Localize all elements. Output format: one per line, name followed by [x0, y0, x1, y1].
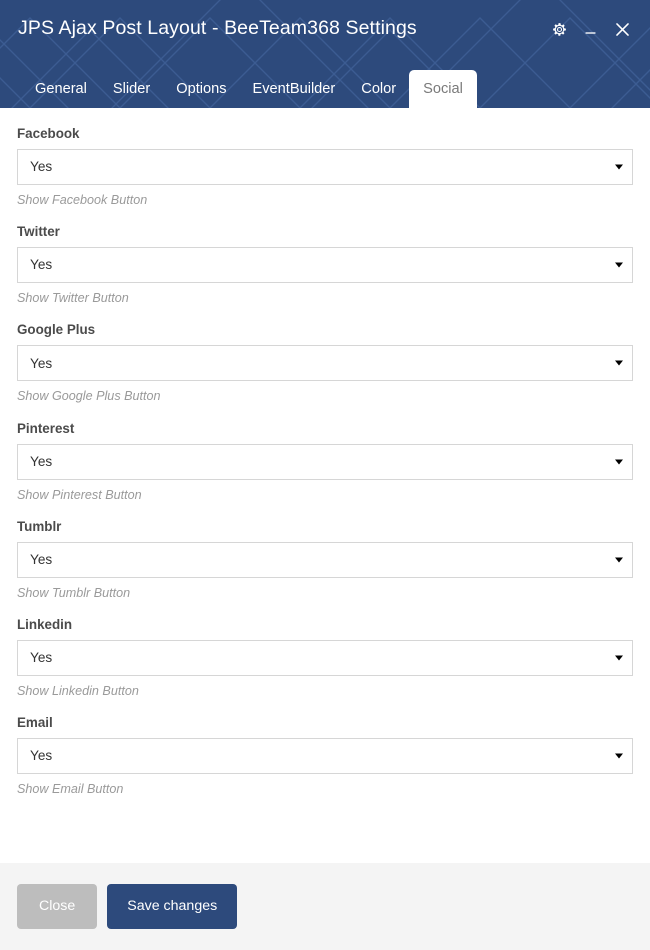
tab-general[interactable]: General: [22, 70, 100, 108]
dialog-footer: Close Save changes: [0, 863, 650, 950]
chevron-down-icon: [615, 360, 623, 366]
minimize-icon[interactable]: [582, 21, 599, 38]
tab-color[interactable]: Color: [348, 70, 409, 108]
chevron-down-icon: [615, 753, 623, 759]
tumblr-select-value: Yes: [30, 552, 53, 568]
linkedin-label: Linkedin: [17, 616, 73, 632]
email-label: Email: [17, 715, 53, 731]
tab-options[interactable]: Options: [163, 70, 239, 108]
linkedin-select[interactable]: Yes: [17, 640, 633, 677]
field-twitter: Twitter Yes Show Twitter Button: [17, 224, 633, 306]
google-plus-select-value: Yes: [30, 355, 53, 371]
pinterest-label: Pinterest: [17, 420, 75, 436]
field-tumblr: Tumblr Yes Show Tumblr Button: [17, 519, 633, 601]
window-controls: [551, 20, 632, 39]
chevron-down-icon: [615, 557, 623, 563]
pinterest-select-value: Yes: [30, 453, 53, 469]
facebook-select-value: Yes: [30, 159, 53, 175]
field-pinterest: Pinterest Yes Show Pinterest Button: [17, 421, 633, 503]
chevron-down-icon: [615, 459, 623, 465]
tab-slider[interactable]: Slider: [100, 70, 163, 108]
gear-icon[interactable]: [551, 21, 568, 38]
field-linkedin: Linkedin Yes Show Linkedin Button: [17, 617, 633, 699]
social-settings-form: Facebook Yes Show Facebook Button Twitte…: [0, 108, 650, 863]
tab-social[interactable]: Social: [409, 70, 477, 108]
field-facebook: Facebook Yes Show Facebook Button: [17, 126, 633, 208]
title-row: JPS Ajax Post Layout - BeeTeam368 Settin…: [0, 0, 650, 58]
save-changes-button[interactable]: Save changes: [107, 884, 238, 929]
google-plus-select[interactable]: Yes: [17, 345, 633, 382]
tumblr-select[interactable]: Yes: [17, 541, 633, 578]
chevron-down-icon: [615, 262, 623, 268]
facebook-label: Facebook: [17, 126, 80, 141]
facebook-hint: Show Facebook Button: [17, 193, 148, 208]
google-plus-hint: Show Google Plus Button: [17, 389, 161, 404]
settings-window: JPS Ajax Post Layout - BeeTeam368 Settin…: [0, 0, 650, 950]
google-plus-label: Google Plus: [17, 322, 96, 338]
facebook-select[interactable]: Yes: [17, 149, 633, 186]
chevron-down-icon: [615, 164, 623, 170]
pinterest-select[interactable]: Yes: [17, 443, 633, 480]
email-hint: Show Email Button: [17, 782, 124, 797]
close-icon[interactable]: [613, 20, 632, 39]
tab-eventbuilder[interactable]: EventBuilder: [240, 70, 349, 108]
linkedin-hint: Show Linkedin Button: [17, 684, 139, 699]
tumblr-label: Tumblr: [17, 518, 62, 534]
twitter-label: Twitter: [17, 224, 60, 240]
tumblr-hint: Show Tumblr Button: [17, 585, 131, 600]
pinterest-hint: Show Pinterest Button: [17, 487, 142, 502]
twitter-select[interactable]: Yes: [17, 247, 633, 284]
field-google-plus: Google Plus Yes Show Google Plus Button: [17, 322, 633, 404]
field-email: Email Yes Show Email Button: [17, 715, 633, 797]
settings-tabs: General Slider Options EventBuilder Colo…: [0, 58, 650, 108]
email-select[interactable]: Yes: [17, 738, 633, 775]
twitter-hint: Show Twitter Button: [17, 291, 129, 306]
linkedin-select-value: Yes: [30, 650, 53, 666]
page-title: JPS Ajax Post Layout - BeeTeam368 Settin…: [18, 17, 417, 40]
close-button[interactable]: Close: [17, 884, 98, 929]
email-select-value: Yes: [30, 748, 53, 764]
window-titlebar: JPS Ajax Post Layout - BeeTeam368 Settin…: [0, 0, 650, 108]
twitter-select-value: Yes: [30, 257, 53, 273]
chevron-down-icon: [615, 655, 623, 661]
